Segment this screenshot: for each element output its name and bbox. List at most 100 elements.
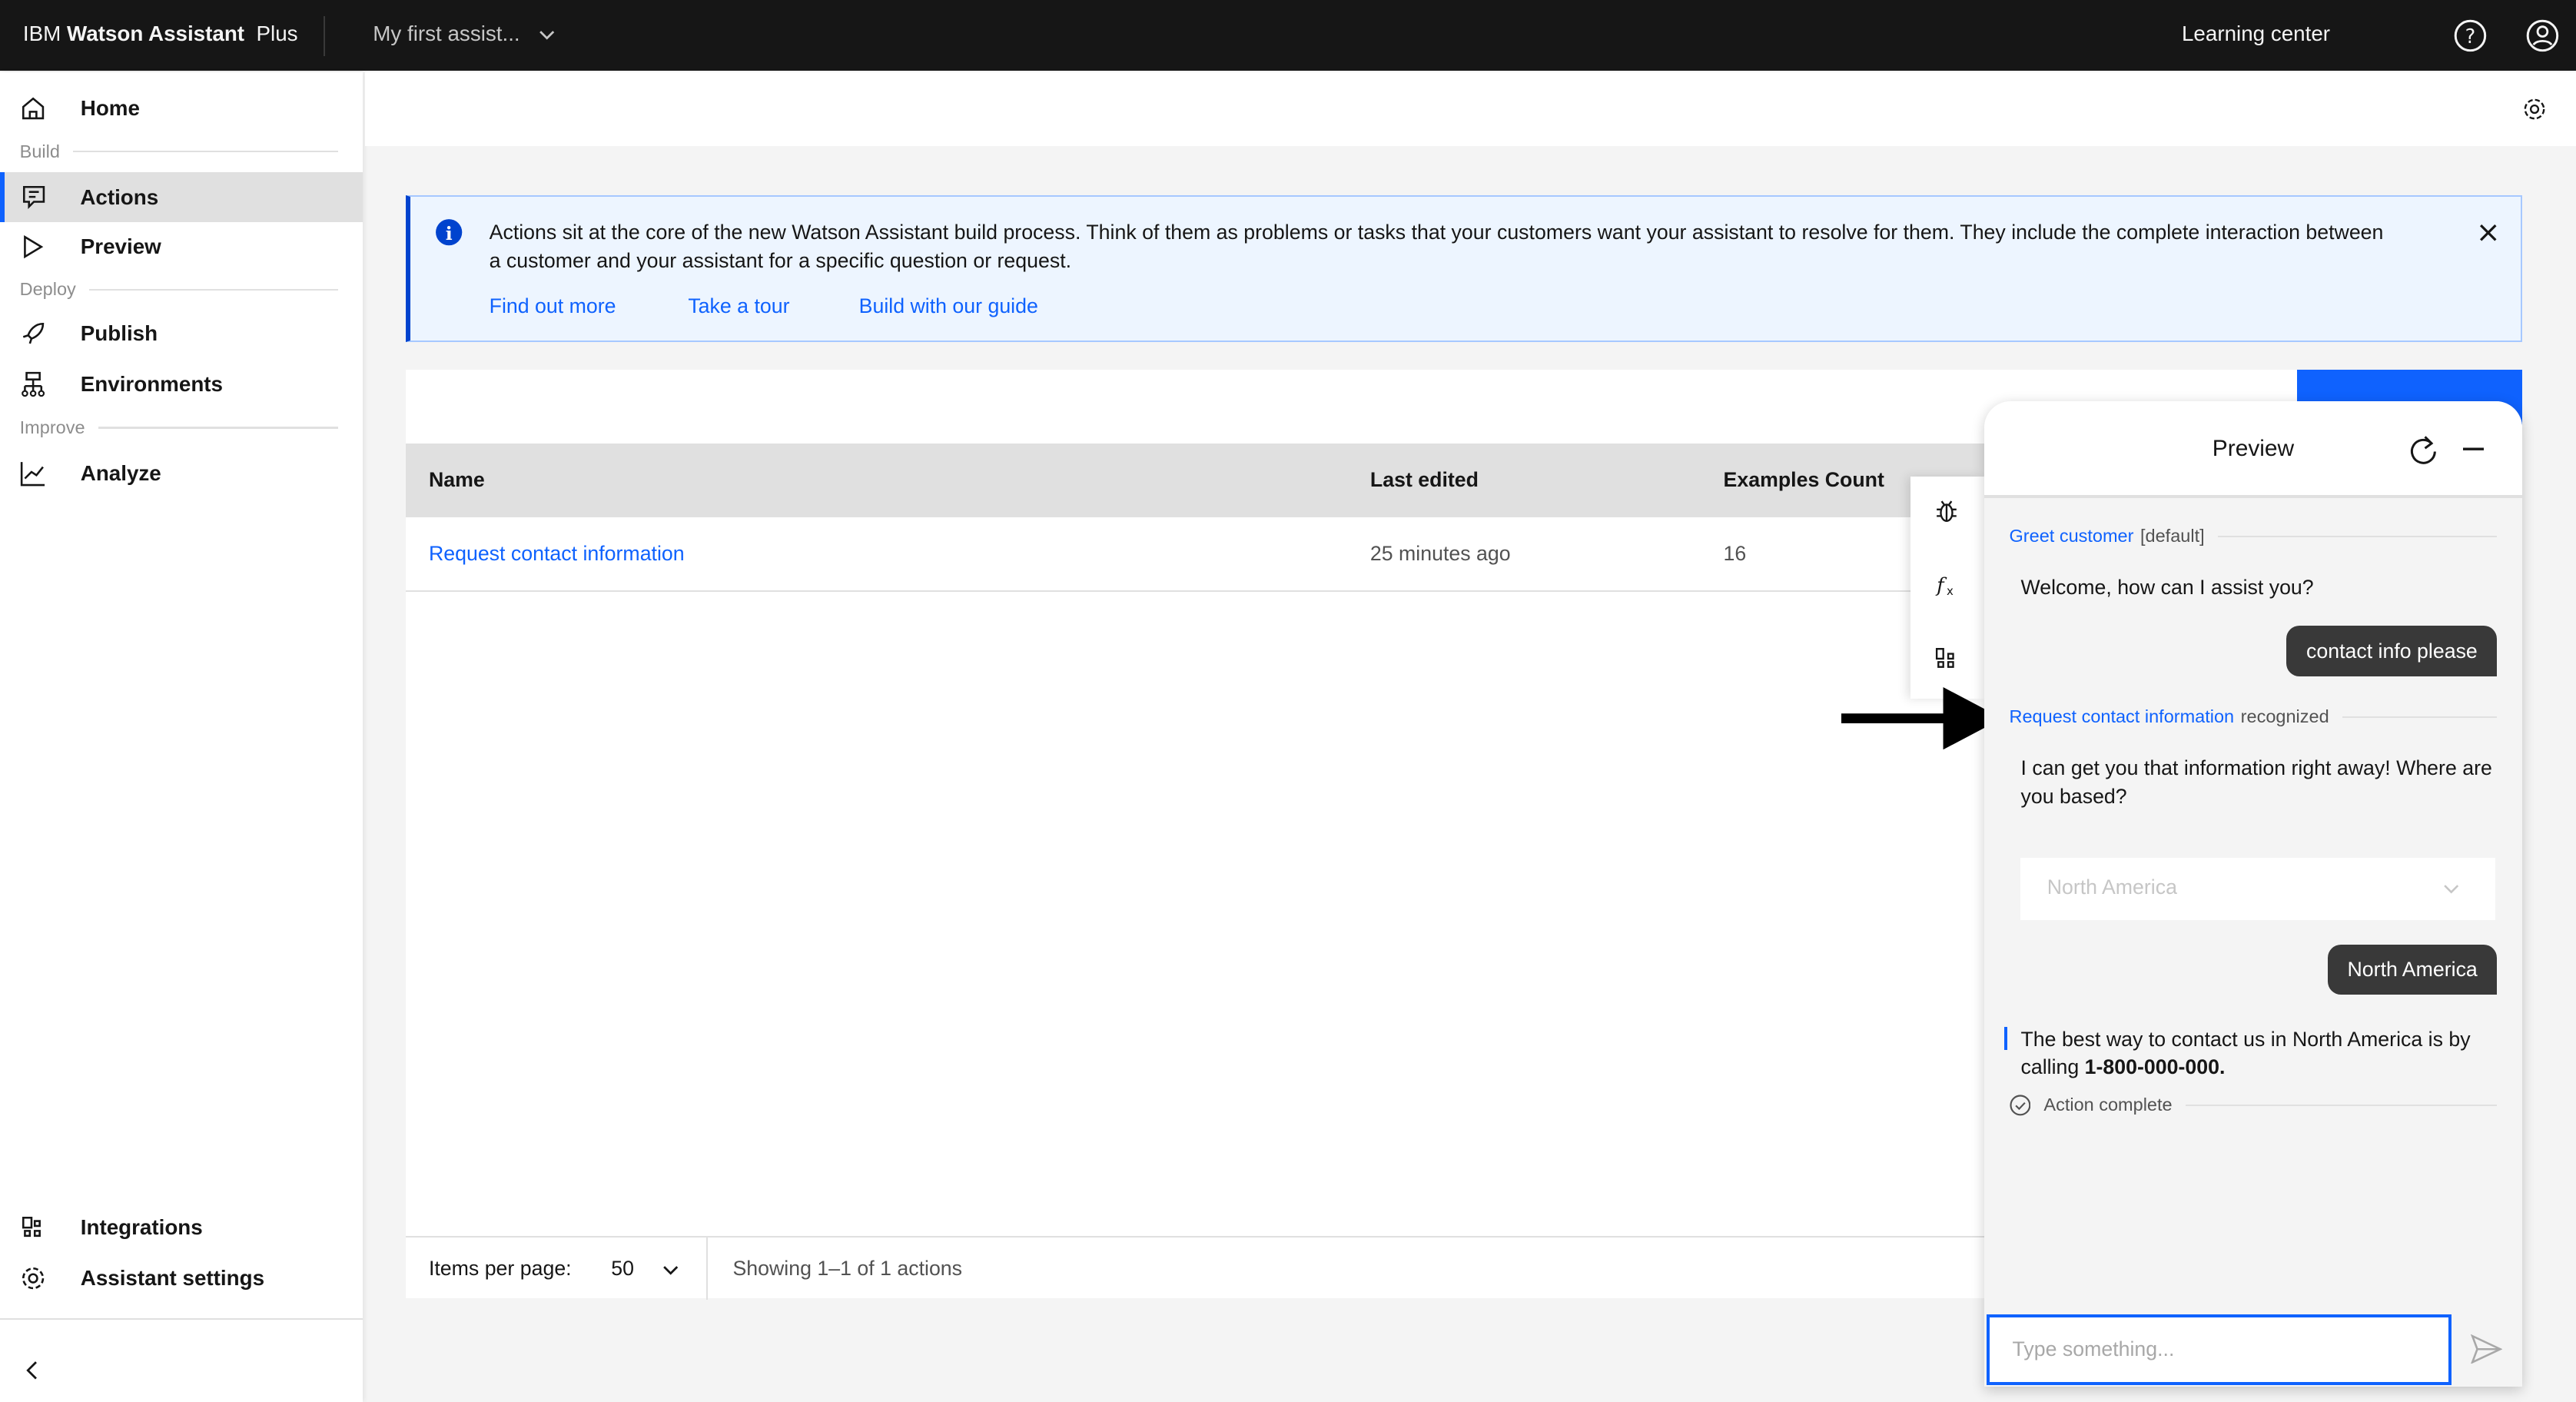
chart-line-icon bbox=[20, 461, 45, 486]
bot-message: I can get you that information right awa… bbox=[2020, 756, 2492, 808]
info-banner: i Actions sit at the core of the new Wat… bbox=[406, 195, 2522, 342]
gear-icon bbox=[22, 1267, 44, 1290]
input-placeholder: Type something... bbox=[2012, 1337, 2175, 1360]
sidebar-item-label: Home bbox=[80, 96, 140, 121]
user-message: North America bbox=[2327, 945, 2498, 995]
sidebar-item-label: Assistant settings bbox=[80, 1266, 265, 1291]
sidebar-item-environments[interactable]: Environments bbox=[0, 360, 363, 409]
section-improve: Improve bbox=[20, 417, 339, 438]
product-name[interactable]: IBM Watson Assistant Plus bbox=[23, 22, 298, 46]
sidebar-item-label: Publish bbox=[80, 321, 158, 345]
column-last-edited[interactable]: Last edited bbox=[1370, 468, 1479, 492]
action-marker: Request contact information recognized bbox=[2010, 706, 2498, 727]
sidebar-item-assistant-settings[interactable]: Assistant settings bbox=[0, 1254, 363, 1303]
sidebar: Home Build Actions Preview Deploy Publis… bbox=[0, 72, 363, 1402]
recognized-label: recognized bbox=[2240, 706, 2329, 727]
action-tag: [default] bbox=[2140, 526, 2205, 547]
take-a-tour-link[interactable]: Take a tour bbox=[688, 294, 789, 318]
preview-title: Preview bbox=[2212, 435, 2295, 461]
send-icon[interactable] bbox=[2471, 1334, 2502, 1364]
integrations-icon bbox=[22, 1216, 41, 1237]
dropdown-value: North America bbox=[2047, 875, 2177, 899]
last-edited: 25 minutes ago bbox=[1369, 542, 1511, 566]
app: IBM Watson Assistant Plus My first assis… bbox=[0, 0, 2576, 1402]
action-complete-label: Action complete bbox=[2043, 1095, 2173, 1115]
action-marker: Greet customer [default] bbox=[2010, 526, 2498, 547]
brand-name: Watson Assistant bbox=[67, 21, 245, 45]
sidebar-item-label: Integrations bbox=[80, 1214, 203, 1239]
debug-bug-icon[interactable] bbox=[1935, 500, 1958, 523]
column-name[interactable]: Name bbox=[429, 468, 485, 492]
svg-text:?: ? bbox=[2465, 25, 2475, 48]
assistant-name: My first assist... bbox=[373, 21, 520, 45]
items-per-page-value: 50 bbox=[611, 1257, 634, 1281]
message-accent-bar bbox=[2004, 1027, 2008, 1051]
divider bbox=[0, 1317, 363, 1320]
sidebar-item-actions[interactable]: Actions bbox=[0, 172, 363, 222]
brand-prefix: IBM bbox=[22, 21, 61, 45]
sidebar-item-label: Analyze bbox=[80, 460, 161, 485]
user-avatar-icon[interactable] bbox=[2525, 18, 2560, 53]
section-deploy: Deploy bbox=[20, 279, 339, 300]
collapse-chevron-left-icon[interactable] bbox=[25, 1360, 41, 1380]
divider bbox=[706, 1237, 709, 1300]
chevron-down-icon bbox=[663, 1265, 679, 1275]
preview-panel: Preview Greet customer [default] Welcome,… bbox=[1984, 400, 2522, 1387]
user-message: contact info please bbox=[2286, 626, 2498, 676]
recognized-action-link[interactable]: Request contact information bbox=[2010, 706, 2235, 727]
sidebar-item-label: Actions bbox=[80, 184, 159, 209]
sidebar-item-preview[interactable]: Preview bbox=[0, 222, 363, 271]
examples-count: 16 bbox=[1723, 542, 1747, 566]
section-build: Build bbox=[20, 141, 339, 162]
rocket-icon bbox=[22, 322, 44, 344]
items-per-page-label: Items per page: bbox=[428, 1257, 572, 1281]
showing-count: Showing 1–1 of 1 actions bbox=[732, 1257, 963, 1281]
home-icon bbox=[22, 97, 44, 120]
sidebar-item-home[interactable]: Home bbox=[0, 84, 363, 133]
column-examples-count[interactable]: Examples Count bbox=[1724, 468, 1884, 492]
minimize-icon[interactable] bbox=[2462, 447, 2485, 451]
greet-action-link[interactable]: Greet customer bbox=[2010, 526, 2134, 547]
help-icon[interactable]: ? bbox=[2453, 18, 2488, 53]
gear-icon[interactable] bbox=[2522, 97, 2547, 121]
sidebar-item-label: Preview bbox=[80, 234, 161, 258]
action-complete-marker: Action complete bbox=[2009, 1095, 2498, 1116]
sidebar-item-label: Environments bbox=[80, 372, 223, 397]
svg-text:x: x bbox=[1947, 584, 1954, 596]
assistant-switcher[interactable]: My first assist... bbox=[373, 22, 556, 46]
items-per-page-select[interactable]: 50 bbox=[611, 1257, 679, 1281]
chevron-down-icon bbox=[2444, 885, 2459, 894]
annotation-arrow-icon bbox=[1841, 686, 2003, 749]
preview-tools: fx bbox=[1910, 476, 1985, 699]
learning-center-link[interactable]: Learning center bbox=[2182, 22, 2330, 46]
page-header bbox=[364, 72, 2576, 147]
info-icon: i bbox=[436, 219, 463, 246]
action-name-link[interactable]: Request contact information bbox=[429, 542, 685, 566]
plan-label: Plus bbox=[256, 21, 298, 45]
message-input[interactable]: Type something... bbox=[1986, 1314, 2452, 1386]
variables-fx-icon[interactable]: fx bbox=[1935, 573, 1958, 596]
close-icon[interactable] bbox=[2479, 224, 2498, 242]
bot-message: Welcome, how can I assist you? bbox=[2020, 576, 2314, 600]
restart-icon[interactable] bbox=[2407, 434, 2440, 467]
preview-header: Preview bbox=[1984, 400, 2522, 498]
top-bar: IBM Watson Assistant Plus My first assis… bbox=[0, 0, 2576, 71]
phone-number: 1-800-000-000. bbox=[2084, 1055, 2226, 1079]
build-with-guide-link[interactable]: Build with our guide bbox=[859, 294, 1038, 318]
sidebar-item-analyze[interactable]: Analyze bbox=[0, 449, 363, 498]
banner-text: Actions sit at the core of the new Watso… bbox=[489, 221, 2384, 272]
svg-text:i: i bbox=[446, 223, 453, 244]
environments-icon bbox=[21, 371, 45, 397]
sidebar-item-integrations[interactable]: Integrations bbox=[0, 1203, 363, 1252]
svg-text:f: f bbox=[1935, 574, 1947, 596]
divider bbox=[324, 16, 326, 56]
chevron-down-icon bbox=[539, 31, 555, 40]
integrations-icon[interactable] bbox=[1935, 647, 1958, 670]
actions-icon bbox=[23, 186, 45, 210]
region-dropdown[interactable]: North America bbox=[2020, 857, 2496, 921]
sidebar-item-publish[interactable]: Publish bbox=[0, 309, 363, 358]
find-out-more-link[interactable]: Find out more bbox=[490, 294, 616, 318]
play-icon bbox=[23, 234, 43, 258]
checkmark-circle-icon bbox=[2009, 1095, 2030, 1116]
bot-message: The best way to contact us in North Amer… bbox=[2020, 1025, 2505, 1081]
